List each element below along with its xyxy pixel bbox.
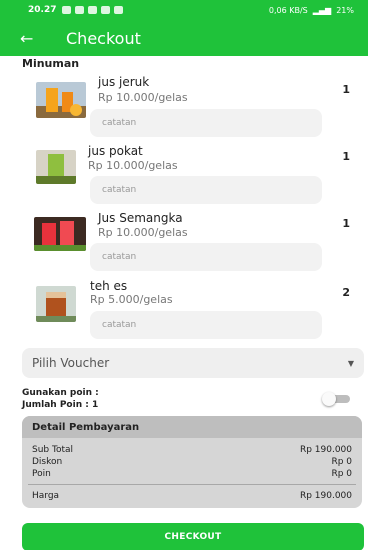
summary-row-label: Diskon — [32, 457, 63, 467]
poin-total-label: Jumlah Poin : 1 — [22, 400, 99, 410]
poin-labels: Gunakan poin : Jumlah Poin : 1 — [22, 387, 99, 411]
item-name: teh es — [90, 279, 128, 293]
use-poin-label: Gunakan poin : — [22, 388, 99, 398]
jus-jeruk-image — [36, 82, 86, 118]
net-speed: 0,06 KB/S — [268, 5, 308, 15]
category-label: Minuman — [22, 57, 80, 70]
toggle-knob — [322, 392, 336, 406]
summary-row-label: Sub Total — [32, 445, 74, 455]
status-time: 20.27 — [28, 5, 57, 15]
total-value: Rp 190.000 — [299, 491, 352, 501]
use-poin-toggle[interactable] — [322, 392, 352, 406]
summary-row: Diskon Rp 0 — [32, 457, 352, 467]
item-name: jus jeruk — [98, 75, 150, 89]
teh-es-image — [36, 286, 76, 322]
cart-item: Jus Semangka Rp 10.000/gelas 1 catatan — [0, 205, 368, 273]
payment-summary-card: Detail Pembayaran Sub Total Rp 190.000 D… — [22, 416, 362, 508]
mail-icon — [75, 6, 85, 14]
status-bar: 20.27 0,06 KB/S ▂▄▆ 21% — [0, 0, 368, 20]
app-icon — [114, 6, 124, 14]
item-quantity: 1 — [342, 150, 350, 163]
item-name: jus pokat — [88, 144, 143, 158]
item-price: Rp 10.000/gelas — [98, 91, 188, 104]
summary-row-value: Rp 0 — [331, 469, 352, 479]
signal-icon: ▂▄▆ — [312, 5, 332, 15]
total-label: Harga — [32, 491, 60, 501]
jus-pokat-image — [36, 150, 76, 184]
note-input[interactable]: catatan — [90, 109, 322, 137]
voucher-placeholder: Pilih Voucher — [32, 356, 110, 370]
item-price: Rp 5.000/gelas — [90, 293, 173, 306]
cart-item: teh es Rp 5.000/gelas 2 catatan — [0, 276, 368, 344]
app-icon — [101, 6, 111, 14]
summary-title: Detail Pembayaran — [22, 416, 362, 438]
note-input[interactable]: catatan — [90, 176, 322, 204]
cart-item: jus pokat Rp 10.000/gelas 1 catatan — [0, 138, 368, 206]
battery-level: 21% — [336, 5, 354, 15]
checkout-button[interactable]: CHECKOUT — [22, 523, 364, 550]
voucher-select[interactable]: Pilih Voucher ▼ — [22, 348, 364, 378]
dropdown-arrow-icon: ▼ — [347, 358, 354, 368]
note-input[interactable]: catatan — [90, 311, 322, 339]
jus-semangka-image — [34, 217, 86, 251]
item-price: Rp 10.000/gelas — [98, 226, 188, 239]
summary-divider — [28, 484, 356, 485]
summary-row-value: Rp 190.000 — [299, 445, 352, 455]
item-quantity: 1 — [342, 83, 350, 96]
chat-icon — [62, 6, 72, 14]
item-name: Jus Semangka — [98, 211, 183, 225]
note-input[interactable]: catatan — [90, 243, 322, 271]
tiktok-icon — [88, 6, 98, 14]
cart-item: jus jeruk Rp 10.000/gelas 1 catatan — [0, 70, 368, 138]
app-bar: ← Checkout — [0, 20, 368, 56]
notification-icons — [62, 6, 124, 14]
summary-row: Poin Rp 0 — [32, 469, 352, 479]
item-quantity: 1 — [342, 217, 350, 230]
status-indicators: 0,06 KB/S ▂▄▆ 21% — [269, 6, 354, 15]
item-quantity: 2 — [342, 286, 350, 299]
summary-row-value: Rp 0 — [331, 457, 352, 467]
summary-total-row: Harga Rp 190.000 — [32, 491, 352, 501]
item-price: Rp 10.000/gelas — [88, 159, 178, 172]
summary-row-label: Poin — [32, 469, 51, 479]
summary-row: Sub Total Rp 190.000 — [32, 445, 352, 455]
page-title: Checkout — [66, 28, 141, 48]
back-arrow-icon[interactable]: ← — [20, 29, 50, 48]
